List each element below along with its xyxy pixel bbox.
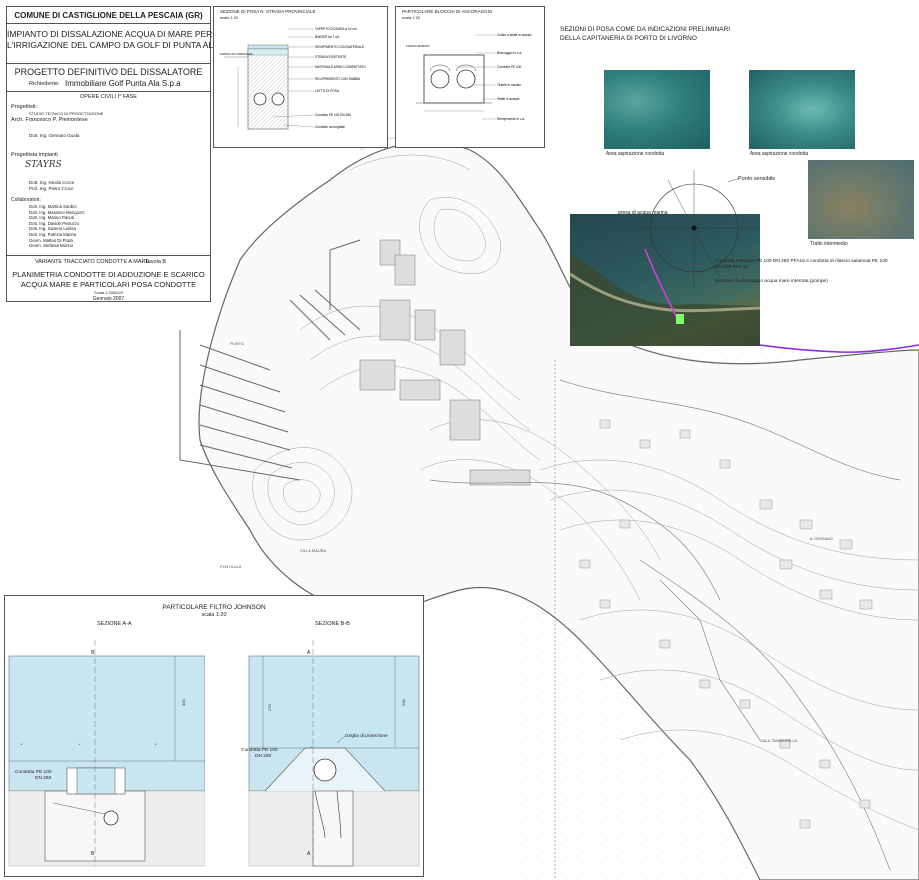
marker-a-top: A [307,650,311,656]
marker-a-bottom: A [307,851,311,857]
road-label: MATERIALE ARIDO COMPATTATO [315,65,366,69]
collaborator: Dott. Ing. Martina Sardini [29,204,77,209]
filter-scale: scala 1:20 [201,612,227,618]
plant-designers-label: Progettista impianti [11,152,58,158]
road-label: RIEMPIMENTO CON MATERIALE [315,45,364,49]
pipe-label-a-2: DN 280 [35,776,52,781]
marker-b-top: B [91,650,95,656]
section-a-title: SEZIONE A-A [97,621,132,627]
anchor-label: Collari a staffa in acciaio [497,33,532,37]
anchor-left-label: FONDO MARINO [406,44,430,48]
photo-caption-3: Tratto intermedio [810,241,848,247]
dim-a-value: 300 [181,699,186,706]
sections-note-2: DELLA CAPITANERIA DI PORTO DI LIVORNO [560,35,697,42]
anchor-label: Staffe in acciaio [497,97,520,101]
sections-note-1: SEZIONI DI POSA COME DA INDICAZIONI PREL… [560,26,731,33]
road-label: STRADA ESISTENTE [315,55,346,59]
map-label-hill: VILLA MAURA [300,548,327,553]
variant: VARIANTE TRACCIATO CONDOTTE A MARE [35,259,150,265]
project-line-1: IMPIANTO DI DISSALAZIONE ACQUA DI MARE P… [7,29,213,39]
anchor-label: Riempimento in c.a. [497,117,525,121]
anchor-label: Tirante in acciaio [497,83,521,87]
filter-title: PARTICOLARE FILTRO JOHNSON [162,604,266,611]
marker-b-bottom: B [91,851,95,857]
map-label-village: IL GRANAIO [810,536,833,541]
svg-text:⌄: ⌄ [309,744,314,750]
anchor-label: Condotta PE 100 [497,65,522,69]
project-phase: PROGETTO DEFINITIVO DEL DISSALATORE [14,67,203,77]
road-label: BINDER da 7 cm [315,35,340,39]
designers-label: Progettisti: [11,104,37,110]
plant-designer-1: Dott. Ing. Nicola Croce [29,180,75,185]
collaborators-label: Collaboratori: [11,197,41,203]
photo-caption-2: Area aspirazione condotta [750,151,809,157]
project-line-2: L'IRRIGAZIONE DEL CAMPO DA GOLF DI PUNTA… [7,40,219,50]
title-block: COMUNE DI CASTIGLIONE DELLA PESCAIA (GR)… [6,6,219,302]
anchor-label: Bloccaggio in c.a. [497,51,522,55]
studio: STUDIO TECNICO DI PROGETTAZIONE [29,111,104,116]
grid-label: Griglia di protezione [345,734,388,739]
road-label: Condotte convogliate [315,125,345,129]
road-label: LETTO DI POSA [315,89,340,93]
road-left-label: FONDO DI CAMPAGNA [220,52,252,56]
client-label: Richiedente: [29,81,60,87]
photo-intake-1 [604,70,710,149]
road-section-detail: SEZIONE DI POSA N. STRADA PROVINCIALE sc… [213,6,388,148]
johnson-filter-detail: PARTICOLARE FILTRO JOHNSON scala 1:20 SE… [4,595,424,877]
collaborators-list: Dott. Ing. Martina Sardini Dott. Ing. Ma… [29,204,84,249]
engineer: Dott. Ing. Gennaro Guala [29,133,80,138]
dim-c-value: 270 [267,704,272,711]
works-phase: OPERE CIVILI I° FASE [80,94,137,100]
photo-intake-2 [749,70,855,149]
map-label-point: PUNTA ALA [220,564,242,569]
collaborator: Geom. Stefania Morino [29,243,74,249]
filter-section-b: ⌄ [248,640,420,867]
map-label-coast: CALA TAMBERELLA [760,738,798,743]
plant-designer-2: Prof. Ing. Pietro Croce [29,186,74,191]
pipe-label-b-1: Condotta PE 100 [241,748,278,753]
photo-intermediate [808,160,914,239]
table-number: Tavola B [145,259,167,265]
sensitive-point-marker [638,170,756,288]
svg-text:⌄: ⌄ [153,741,158,747]
anchor-drawing: Collari a staffa in acciaio Bloccaggio i… [406,33,532,121]
anchor-block-detail: PARTICOLARE BLOCCHI DI ANCORAGGIO scala … [395,6,545,148]
road-section-drawing: TAPPETO D'USURA a 10 cm BINDER da 7 cm R… [220,27,366,130]
client-name: Immobiliare Golf Punta Ala S.p.a [65,79,181,88]
svg-text:⌄: ⌄ [19,741,24,747]
road-label: Condotta PE 100 DN 280 [315,113,351,117]
scale: Scala 1:2000/20 [94,290,123,295]
road-label: RICOPRIMENTO CON SABBIA [315,77,361,81]
drawing-title-1: PLANIMETRIA CONDOTTE DI ADDUZIONE E SCAR… [12,270,205,279]
pipe-label-b-2: DN 280 [255,754,272,759]
collaborator: Dott. Ing. Patrizia Mannu [29,231,77,237]
filter-section-a: ⌄ ⌄ ⌄ [8,640,205,867]
municipality: COMUNE DI CASTIGLIONE DELLA PESCAIA (GR) [14,11,203,20]
date: Gennaio 2007 [92,296,125,302]
section-b-title: SEZIONE B-B [315,621,350,627]
photo-caption-1: Area aspirazione condotta [606,151,665,157]
pipe-label-a-1: Condotta PE 100 [15,770,52,775]
drawing-title-2: ACQUA MARE E PARTICOLARI POSA CONDOTTE [20,280,197,289]
road-label: TAPPETO D'USURA a 10 cm [315,27,357,31]
dim-b-value: 200 [401,699,406,706]
svg-text:⌄: ⌄ [77,741,82,747]
map-label-harbor: PORTO [230,341,244,346]
architect: Arch. Francesco P. Piemontese [11,117,88,123]
company-logo: STAYRS [25,160,62,170]
